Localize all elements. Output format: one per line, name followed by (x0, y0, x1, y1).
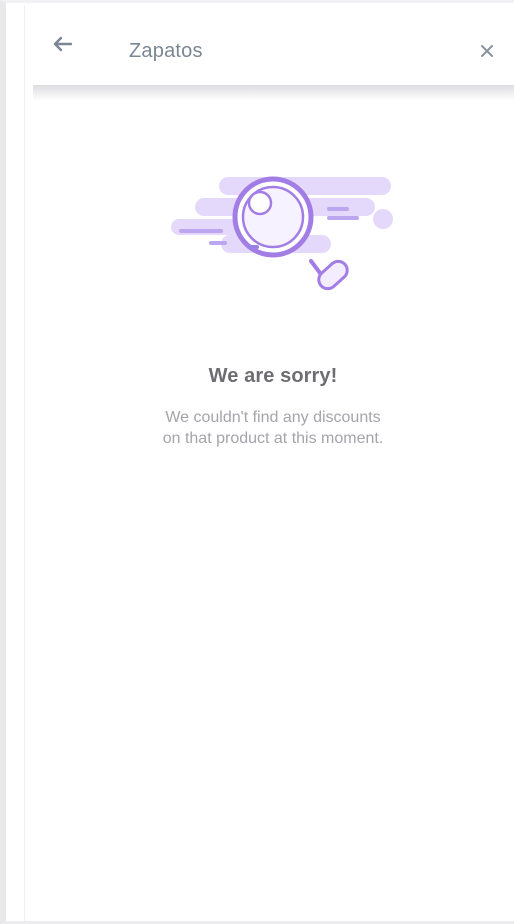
magnifying-glass-icon (171, 176, 393, 291)
close-icon (481, 45, 493, 57)
empty-state-message-line-1: We couldn't find any discounts (165, 409, 381, 426)
screen-frame: Zapatos We are sorry! We couldn't find a… (0, 0, 514, 924)
top-app-bar: Zapatos (25, 5, 514, 85)
app-screen: Zapatos We are sorry! We couldn't find a… (24, 5, 514, 921)
empty-state-message-line-2: on that product at this moment. (162, 430, 384, 447)
back-button[interactable] (49, 32, 77, 56)
page-title: Zapatos (129, 40, 203, 62)
empty-state-title: We are sorry! (208, 365, 338, 387)
header-shadow (33, 85, 514, 101)
empty-state-message: We couldn't find any discounts on that p… (111, 407, 435, 449)
close-button[interactable] (477, 41, 497, 61)
arrow-left-icon (53, 36, 73, 52)
